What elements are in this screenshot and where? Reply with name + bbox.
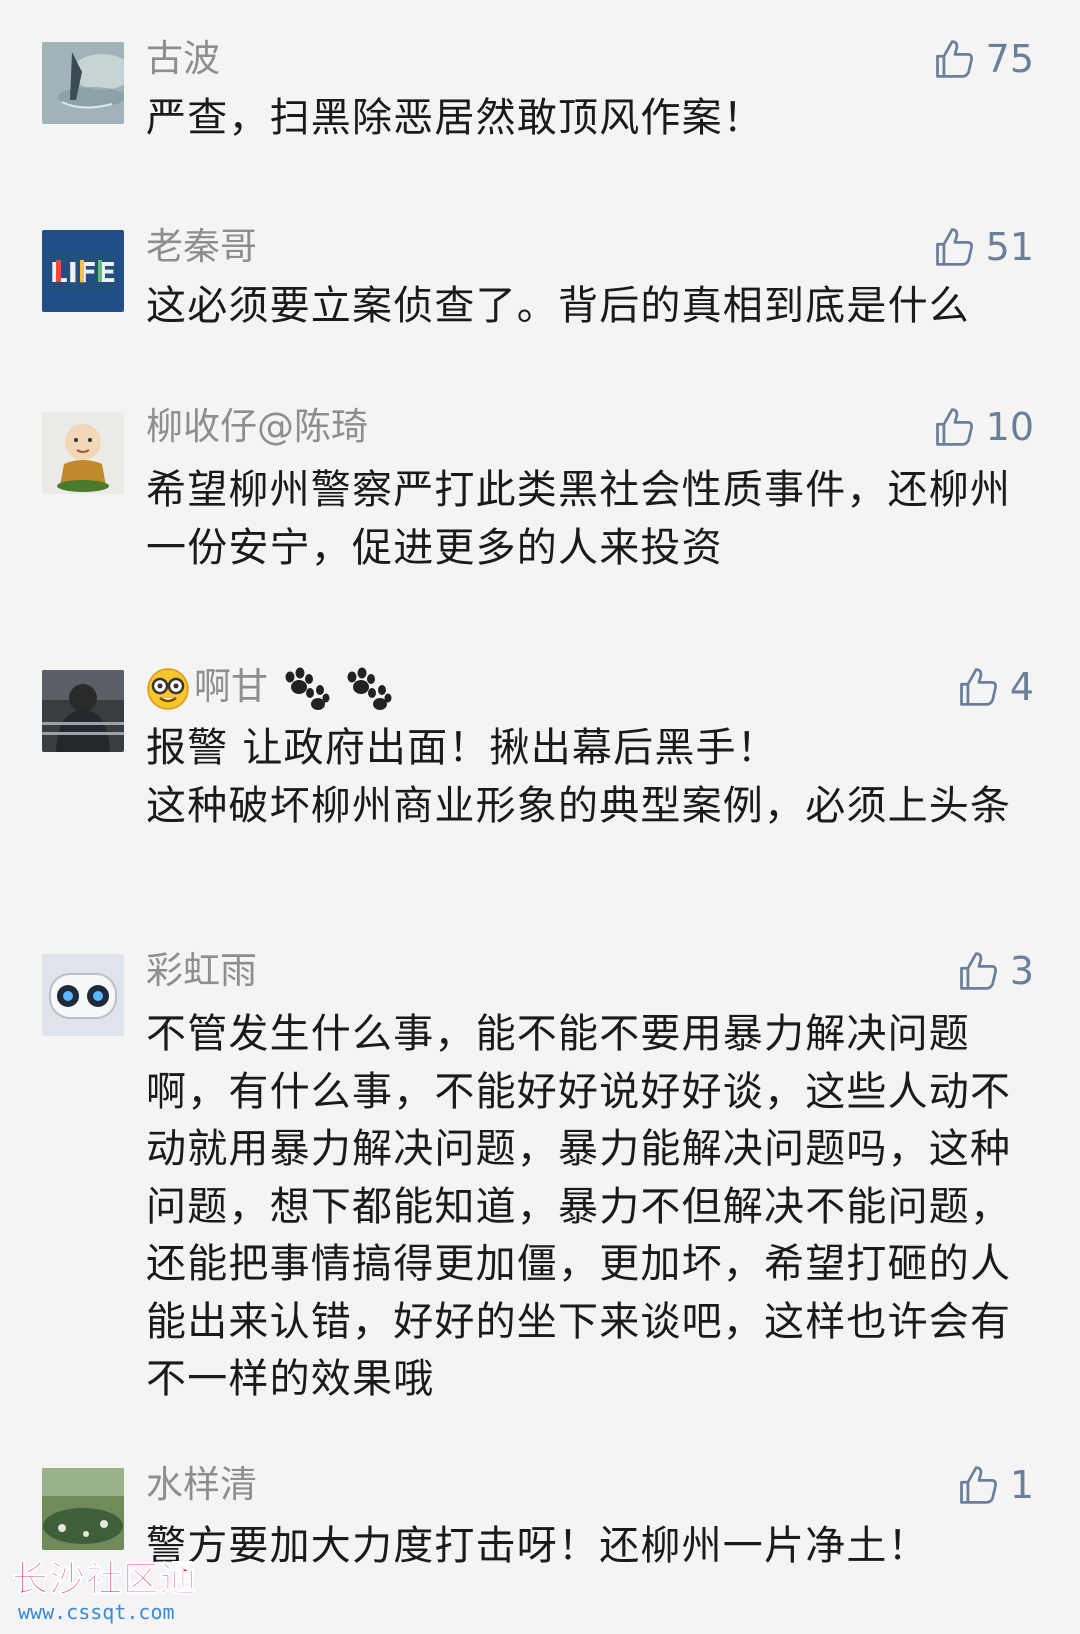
like-button[interactable]: 10 [932, 404, 1034, 450]
paw-prints-icon [347, 667, 392, 710]
avatar[interactable] [42, 1468, 124, 1550]
like-count: 4 [1009, 665, 1034, 709]
like-button[interactable]: 3 [956, 948, 1034, 994]
thumbs-up-icon [935, 40, 973, 78]
comment-author[interactable]: 柳收仔@陈琦 [146, 404, 368, 450]
thumbs-up-icon [959, 1466, 997, 1504]
avatar[interactable] [42, 412, 124, 494]
comment-author[interactable]: 古波 [146, 36, 220, 82]
comment-text: 警方要加大力度打击呀！还柳州一片净土！ [146, 1523, 929, 1569]
comment-text: 希望柳州警察严打此类黑社会性质事件，还柳州一份安宁，促进更多的人来投资 [146, 467, 1012, 571]
thumbs-up-icon [959, 668, 997, 706]
comment-author[interactable]: 老秦哥 [146, 224, 257, 270]
avatar[interactable]: LIFE [42, 230, 124, 312]
like-count: 75 [985, 37, 1034, 81]
thumbs-up-icon [935, 408, 973, 446]
like-button[interactable]: 4 [956, 664, 1034, 710]
thumbs-up-icon [959, 952, 997, 990]
watermark-url: www.cssqt.com [18, 1600, 175, 1624]
like-count: 10 [985, 405, 1034, 449]
avatar[interactable] [42, 42, 124, 124]
comment-text: 这必须要立案侦查了。背后的真相到底是什么 [146, 283, 970, 329]
watermark: 长沙社区通 www.cssqt.com [11, 1559, 198, 1624]
nerd-face-emoji-icon [147, 667, 189, 710]
like-button[interactable]: 1 [956, 1462, 1034, 1508]
watermark-title: 长沙社区通 [11, 1559, 198, 1600]
like-count: 51 [985, 225, 1034, 269]
comment-author[interactable]: 水样清 [146, 1462, 257, 1508]
like-button[interactable]: 75 [932, 36, 1034, 82]
avatar[interactable] [42, 954, 124, 1036]
comment-author[interactable]: 啊甘 [146, 664, 392, 711]
like-count: 1 [1009, 1463, 1034, 1507]
comment-text: 严查，扫黑除恶居然敢顶风作案！ [146, 95, 764, 141]
comment-text: 报警 让政府出面！揪出幕后黑手！ 这种破坏柳州商业形象的典型案例，必须上头条 [146, 725, 1012, 829]
avatar[interactable] [42, 670, 124, 752]
paw-prints-icon [285, 667, 330, 710]
comment-author[interactable]: 彩虹雨 [146, 948, 257, 994]
like-button[interactable]: 51 [932, 224, 1034, 270]
author-name: 啊甘 [194, 665, 268, 708]
comment-text: 不管发生什么事，能不能不要用暴力解决问题啊，有什么事，不能好好说好好谈，这些人动… [146, 1011, 1012, 1402]
thumbs-up-icon [935, 228, 973, 266]
like-count: 3 [1009, 949, 1034, 993]
